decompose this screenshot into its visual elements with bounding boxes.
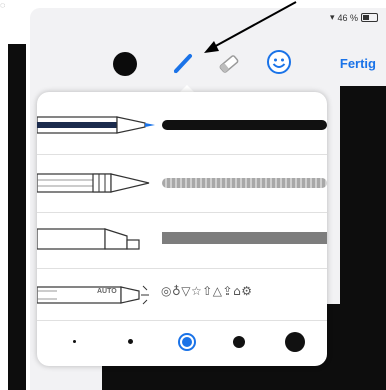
pencil-stroke-preview [162, 178, 327, 188]
auto-label: AUTO [97, 288, 117, 295]
tool-row-pen[interactable] [37, 100, 327, 150]
separator [37, 154, 327, 155]
color-swatch-icon[interactable] [113, 52, 137, 76]
size-option-xl[interactable] [285, 332, 305, 352]
separator [37, 320, 327, 321]
left-corner-mark: ◌ [0, 0, 6, 10]
auto-shapes-tool-icon [37, 285, 149, 305]
marker-tool-icon [37, 228, 140, 250]
tool-row-marker[interactable] [37, 214, 327, 264]
size-option-l[interactable] [233, 336, 245, 348]
tool-row-auto-shapes[interactable]: AUTO ◎♁▽☆⇧△⇪⌂⚙ [37, 270, 327, 320]
status-bar: ▾ 46 % [330, 12, 378, 23]
auto-shapes-preview: ◎♁▽☆⇧△⇪⌂⚙ [161, 284, 253, 298]
tool-picker-popover: AUTO ◎♁▽☆⇧△⇪⌂⚙ [37, 92, 327, 366]
wifi-icon: ▾ [329, 12, 335, 22]
battery-icon [361, 13, 378, 22]
size-option-xs[interactable] [73, 340, 76, 343]
stroke-size-selector [37, 324, 327, 358]
markup-toolbar: Fertig [30, 42, 386, 86]
marker-stroke-preview [162, 232, 327, 244]
separator [37, 212, 327, 213]
pen-icon[interactable] [170, 49, 198, 77]
smiley-icon[interactable] [266, 49, 292, 75]
eraser-icon[interactable] [215, 50, 243, 78]
size-option-m[interactable] [182, 337, 192, 347]
separator [37, 268, 327, 269]
battery-percentage: 46 % [337, 12, 358, 23]
pen-tool-icon [37, 116, 155, 134]
pencil-tool-icon [37, 173, 150, 193]
size-option-s[interactable] [128, 339, 133, 344]
done-button[interactable]: Fertig [340, 56, 376, 71]
tool-row-pencil[interactable] [37, 158, 327, 208]
left-page-edge [8, 44, 26, 390]
pen-stroke-preview [162, 120, 327, 130]
